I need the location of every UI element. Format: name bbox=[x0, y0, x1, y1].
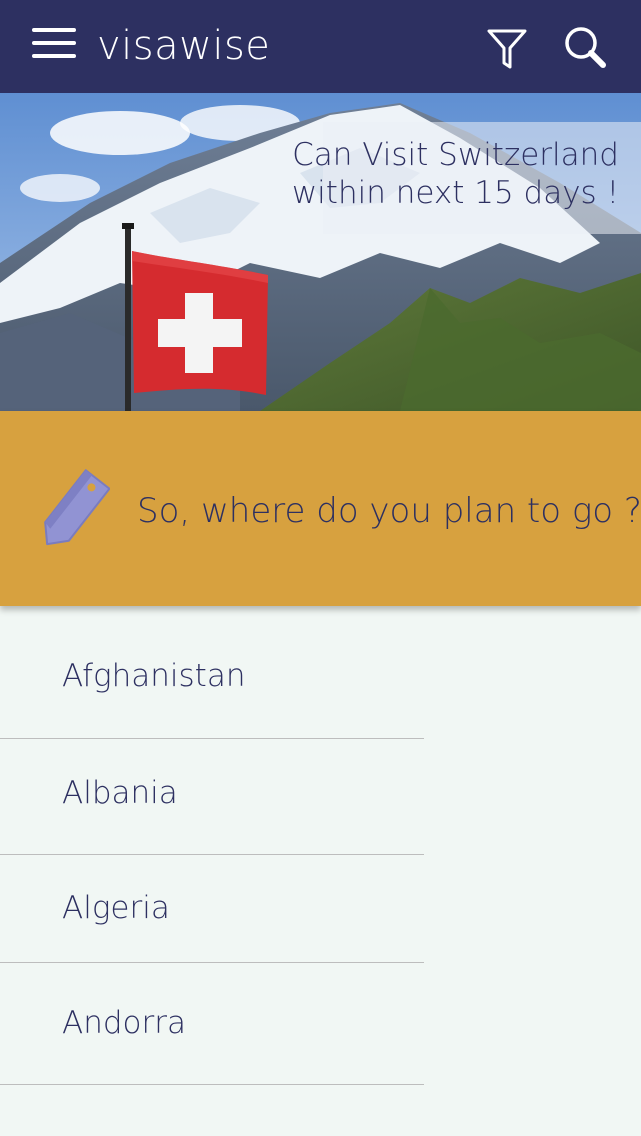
hero-banner[interactable]: Can Visit Switzerland within next 15 day… bbox=[0, 93, 641, 411]
hero-caption-line-2: within next 15 days ! bbox=[291, 175, 619, 211]
country-name: Andorra bbox=[62, 1005, 186, 1041]
list-item-albania[interactable]: Albania bbox=[0, 739, 424, 855]
app-title: visawise bbox=[97, 23, 271, 69]
destination-prompt-text: So, where do you plan to go ? bbox=[137, 491, 641, 531]
destination-prompt-button[interactable]: So, where do you plan to go ? bbox=[0, 411, 641, 606]
country-name: Algeria bbox=[62, 890, 170, 926]
hamburger-icon[interactable] bbox=[32, 28, 76, 60]
app-bar: visawise bbox=[0, 0, 641, 93]
list-item-afghanistan[interactable]: Afghanistan bbox=[0, 606, 424, 739]
hero-caption-line-1: Can Visit Switzerland bbox=[292, 137, 619, 173]
filter-icon[interactable] bbox=[487, 28, 527, 70]
country-name: Afghanistan bbox=[62, 658, 246, 694]
hero-caption: Can Visit Switzerland within next 15 day… bbox=[292, 122, 641, 234]
country-name: Albania bbox=[62, 775, 178, 811]
tag-icon bbox=[44, 469, 110, 546]
list-item-andorra[interactable]: Andorra bbox=[0, 963, 424, 1085]
divider bbox=[0, 1084, 424, 1085]
search-icon[interactable] bbox=[564, 26, 606, 68]
list-item-algeria[interactable]: Algeria bbox=[0, 855, 424, 963]
